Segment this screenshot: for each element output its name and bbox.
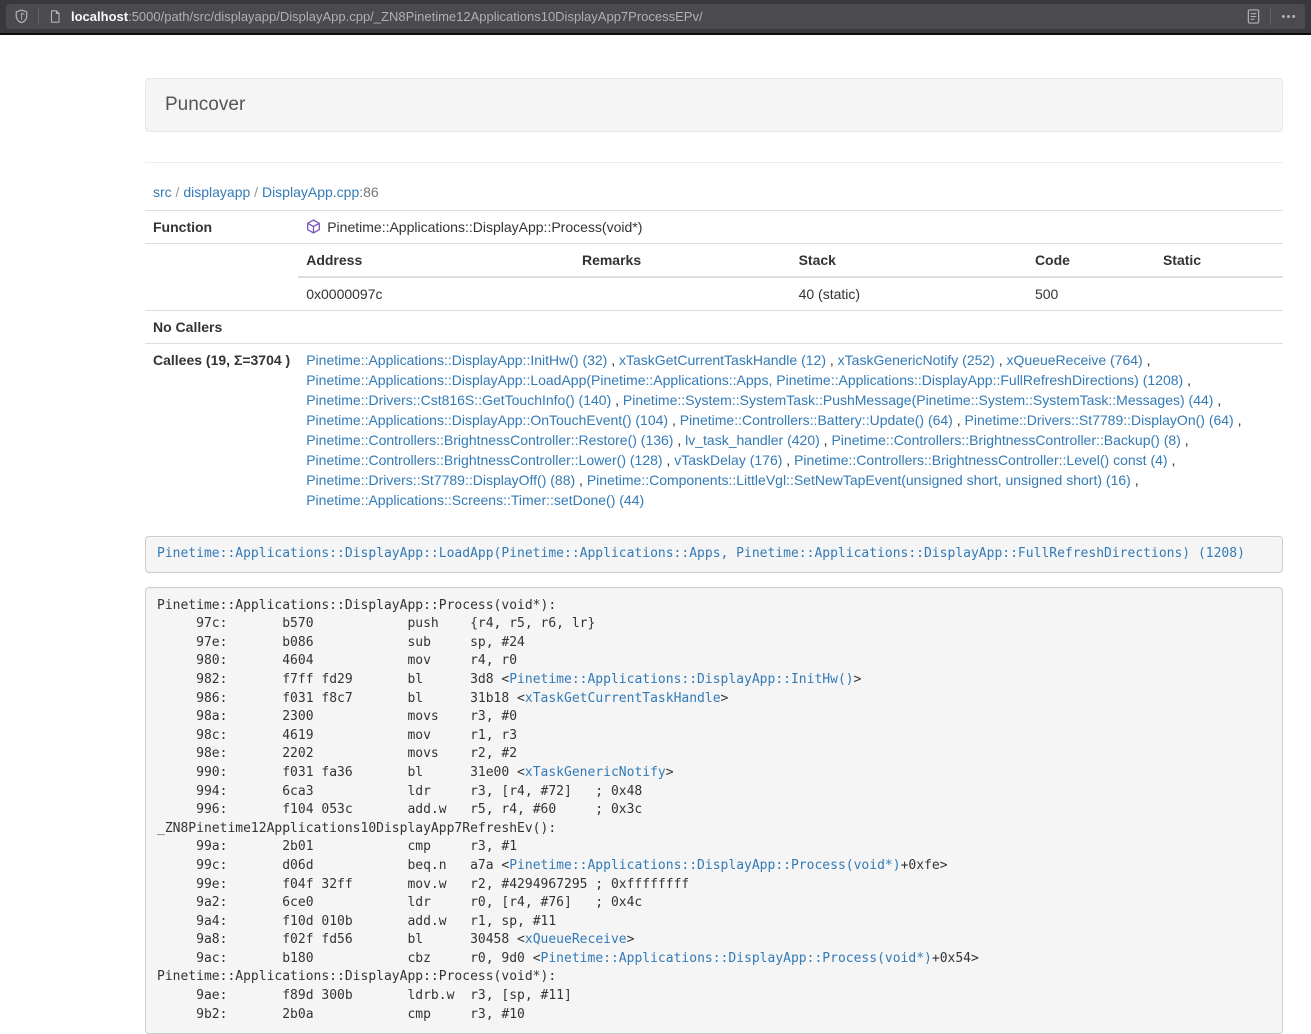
stats-row: Address Remarks Stack Code Static 0x0000… bbox=[145, 244, 1283, 311]
tracking-protection-shield-icon[interactable] bbox=[14, 9, 29, 24]
callee-link[interactable]: xTaskGenericNotify (252) bbox=[838, 352, 995, 368]
no-callers-row: No Callers bbox=[145, 311, 1283, 344]
stats-cell: Address Remarks Stack Code Static 0x0000… bbox=[298, 244, 1283, 311]
function-row: Function Pinetime::Applications::Display… bbox=[145, 211, 1283, 244]
callee-link[interactable]: Pinetime::Controllers::BrightnessControl… bbox=[794, 452, 1167, 468]
callee-link[interactable]: xQueueReceive (764) bbox=[1007, 352, 1143, 368]
callee-link[interactable]: Pinetime::Controllers::BrightnessControl… bbox=[831, 432, 1180, 448]
breadcrumb-link[interactable]: DisplayApp.cpp bbox=[262, 184, 359, 200]
col-address: Address bbox=[298, 244, 574, 277]
code-value: 500 bbox=[1027, 277, 1155, 310]
function-row-header: Function bbox=[145, 211, 298, 244]
col-remarks: Remarks bbox=[574, 244, 791, 277]
breadcrumb-separator: / bbox=[250, 184, 262, 200]
disasm-symbol-link[interactable]: Pinetime::Applications::DisplayApp::Init… bbox=[509, 672, 853, 687]
loadapp-symbol-link[interactable]: Pinetime::Applications::DisplayApp::Load… bbox=[157, 546, 1245, 561]
symbol-table: Function Pinetime::Applications::Display… bbox=[145, 210, 1283, 516]
callee-link[interactable]: vTaskDelay (176) bbox=[674, 452, 782, 468]
page-actions-menu-icon[interactable] bbox=[1280, 9, 1297, 24]
breadcrumb-separator: / bbox=[172, 184, 184, 200]
urlbar-separator bbox=[38, 8, 39, 25]
callee-link[interactable]: Pinetime::Applications::DisplayApp::Load… bbox=[306, 372, 1183, 388]
callee-link[interactable]: Pinetime::Components::LittleVgl::SetNewT… bbox=[587, 472, 1131, 488]
callee-link[interactable]: Pinetime::Applications::Screens::Timer::… bbox=[306, 492, 644, 508]
url-host: localhost bbox=[71, 9, 128, 24]
callee-link[interactable]: Pinetime::Drivers::St7789::DisplayOff() … bbox=[306, 472, 575, 488]
url-bar[interactable]: localhost:5000/path/src/displayapp/Displ… bbox=[6, 4, 1305, 29]
function-name-cell: Pinetime::Applications::DisplayApp::Proc… bbox=[298, 211, 1283, 244]
stack-value: 40 (static) bbox=[791, 277, 1027, 310]
callee-link[interactable]: lv_task_handler (420) bbox=[685, 432, 820, 448]
page-info-icon[interactable] bbox=[48, 9, 62, 24]
divider bbox=[145, 162, 1283, 163]
stats-value-row: 0x0000097c 40 (static) 500 bbox=[298, 277, 1283, 310]
disassembly-code: Pinetime::Applications::DisplayApp::Proc… bbox=[145, 587, 1283, 1034]
function-name: Pinetime::Applications::DisplayApp::Proc… bbox=[327, 219, 642, 235]
disasm-symbol-link[interactable]: xTaskGetCurrentTaskHandle bbox=[525, 691, 721, 706]
no-callers-cell bbox=[298, 311, 1283, 344]
breadcrumb-link[interactable]: src bbox=[153, 184, 172, 200]
callees-row: Callees (19, Σ=3704 ) Pinetime::Applicat… bbox=[145, 344, 1283, 517]
urlbar-separator-right bbox=[1270, 8, 1271, 25]
callee-link[interactable]: Pinetime::System::SystemTask::PushMessag… bbox=[623, 392, 1214, 408]
app-title-link[interactable]: Puncover bbox=[165, 94, 245, 115]
address-value: 0x0000097c bbox=[298, 277, 574, 310]
stats-table: Address Remarks Stack Code Static 0x0000… bbox=[298, 244, 1283, 310]
callee-link[interactable]: Pinetime::Controllers::BrightnessControl… bbox=[306, 432, 673, 448]
url-text[interactable]: localhost:5000/path/src/displayapp/Displ… bbox=[71, 9, 1246, 24]
disasm-symbol-link[interactable]: Pinetime::Applications::DisplayApp::Proc… bbox=[541, 951, 932, 966]
remarks-value bbox=[574, 277, 791, 310]
disasm-symbol-link[interactable]: xTaskGenericNotify bbox=[525, 765, 666, 780]
breadcrumb: src / displayapp / DisplayApp.cpp:86 bbox=[145, 184, 1283, 200]
callee-link[interactable]: Pinetime::Applications::DisplayApp::Init… bbox=[306, 352, 607, 368]
callee-link[interactable]: Pinetime::Applications::DisplayApp::OnTo… bbox=[306, 412, 668, 428]
callee-link[interactable]: Pinetime::Controllers::Battery::Update()… bbox=[680, 412, 953, 428]
col-static: Static bbox=[1155, 244, 1283, 277]
static-value bbox=[1155, 277, 1283, 310]
col-code: Code bbox=[1027, 244, 1155, 277]
loadapp-symbol-box: Pinetime::Applications::DisplayApp::Load… bbox=[145, 536, 1283, 573]
url-path: :5000/path/src/displayapp/DisplayApp.cpp… bbox=[128, 9, 703, 24]
disasm-symbol-link[interactable]: xQueueReceive bbox=[525, 932, 627, 947]
stats-row-header bbox=[145, 244, 298, 311]
callees-header: Callees (19, Σ=3704 ) bbox=[145, 344, 298, 517]
callees-cell: Pinetime::Applications::DisplayApp::Init… bbox=[298, 344, 1283, 517]
page-content: Puncover src / displayapp / DisplayApp.c… bbox=[145, 78, 1283, 1034]
callee-link[interactable]: xTaskGetCurrentTaskHandle (12) bbox=[619, 352, 826, 368]
reader-view-icon[interactable] bbox=[1246, 8, 1261, 25]
no-callers-header: No Callers bbox=[145, 311, 298, 344]
breadcrumb-link[interactable]: displayapp bbox=[183, 184, 250, 200]
callee-link[interactable]: Pinetime::Controllers::BrightnessControl… bbox=[306, 452, 662, 468]
browser-toolbar: localhost:5000/path/src/displayapp/Displ… bbox=[0, 0, 1311, 33]
col-stack: Stack bbox=[791, 244, 1027, 277]
stats-header-row: Address Remarks Stack Code Static bbox=[298, 244, 1283, 277]
app-header-panel: Puncover bbox=[145, 78, 1283, 132]
toolbar-bottom-border bbox=[0, 33, 1311, 35]
breadcrumb-line-number: :86 bbox=[359, 184, 378, 200]
callee-link[interactable]: Pinetime::Drivers::Cst816S::GetTouchInfo… bbox=[306, 392, 611, 408]
callee-link[interactable]: Pinetime::Drivers::St7789::DisplayOn() (… bbox=[965, 412, 1234, 428]
cube-icon bbox=[306, 219, 321, 234]
disasm-symbol-link[interactable]: Pinetime::Applications::DisplayApp::Proc… bbox=[509, 858, 900, 873]
